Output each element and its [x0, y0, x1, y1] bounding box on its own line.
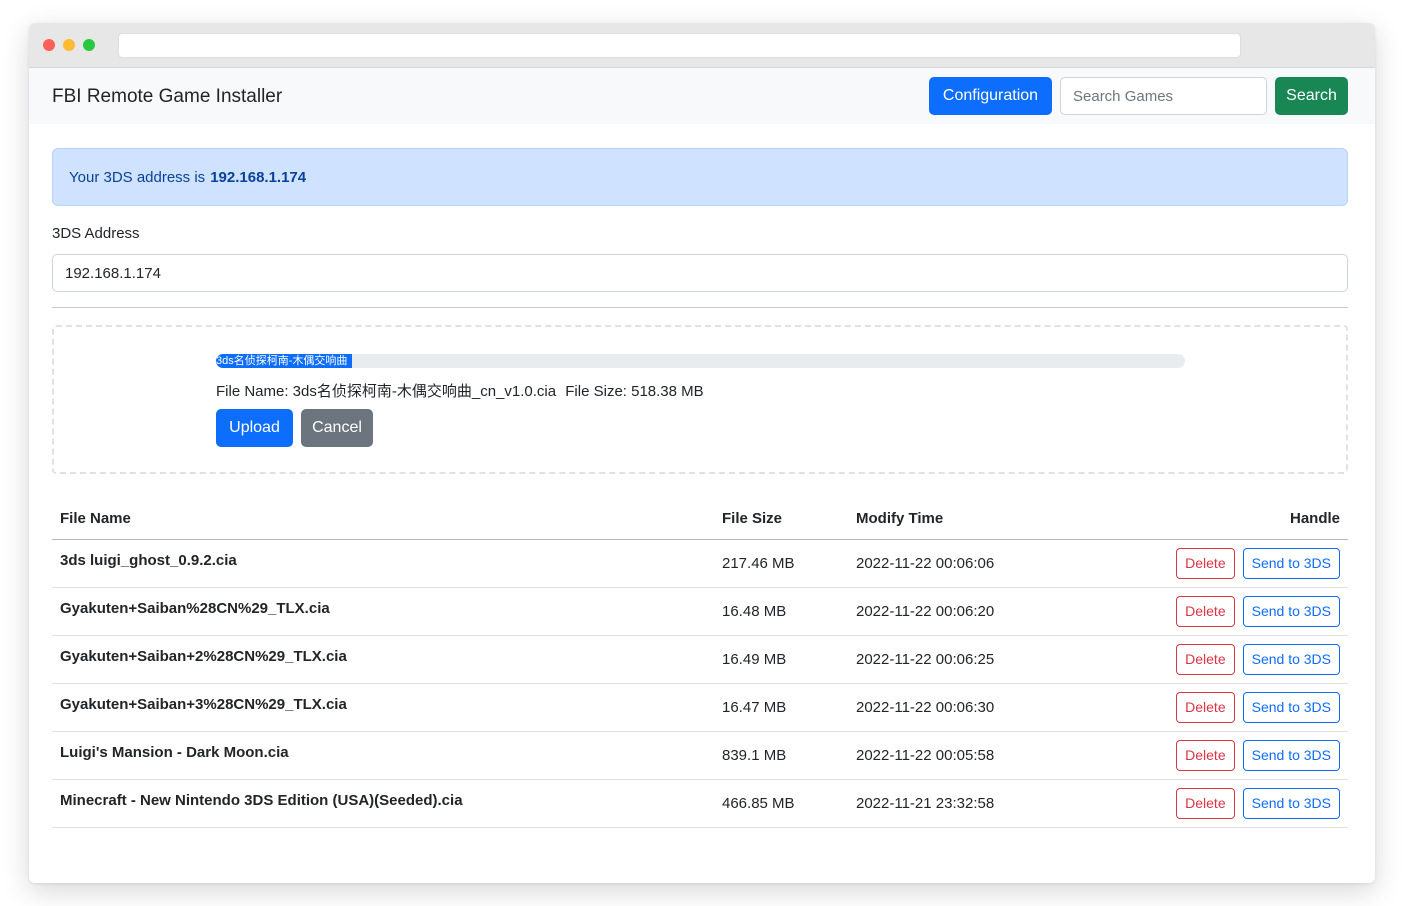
modify-time-cell: 2022-11-22 00:06:06	[848, 539, 1108, 588]
upload-file-size: File Size: 518.38 MB	[565, 383, 704, 400]
upload-file-name: File Name: 3ds名侦探柯南-木偶交响曲_cn_v1.0.cia	[216, 383, 557, 400]
send-to-3ds-button[interactable]: Send to 3DS	[1242, 787, 1340, 819]
table-row: Luigi's Mansion - Dark Moon.cia 839.1 MB 2…	[52, 731, 1348, 780]
modify-time-cell: 2022-11-21 23:32:58	[848, 779, 1108, 828]
file-size-cell: 217.46 MB	[714, 539, 848, 588]
cancel-button[interactable]: Cancel	[301, 409, 373, 447]
close-window-icon[interactable]	[43, 39, 55, 51]
file-name-cell: Gyakuten+Saiban+2%28CN%29_TLX.cia	[52, 635, 714, 684]
send-to-3ds-button[interactable]: Send to 3DS	[1242, 547, 1340, 579]
file-size-cell: 466.85 MB	[714, 779, 848, 828]
address-bar[interactable]	[118, 33, 1241, 58]
configuration-button[interactable]: Configuration	[929, 77, 1052, 115]
handle-cell: Delete Send to 3DS	[1108, 779, 1348, 828]
handle-cell: Delete Send to 3DS	[1108, 683, 1348, 732]
handle-cell: Delete Send to 3DS	[1108, 635, 1348, 684]
delete-button[interactable]: Delete	[1176, 595, 1235, 627]
browser-window: FBI Remote Game Installer Configuration …	[29, 23, 1375, 883]
delete-button[interactable]: Delete	[1176, 643, 1235, 675]
handle-cell: Delete Send to 3DS	[1108, 587, 1348, 636]
table-row: Minecraft - New Nintendo 3DS Edition (US…	[52, 779, 1348, 828]
file-name-cell: Minecraft - New Nintendo 3DS Edition (US…	[52, 779, 714, 828]
delete-button[interactable]: Delete	[1176, 547, 1235, 579]
header-handle: Handle	[1108, 499, 1348, 540]
modify-time-cell: 2022-11-22 00:06:20	[848, 587, 1108, 636]
modify-time-cell: 2022-11-22 00:06:30	[848, 683, 1108, 732]
minimize-window-icon[interactable]	[63, 39, 75, 51]
maximize-window-icon[interactable]	[83, 39, 95, 51]
handle-cell: Delete Send to 3DS	[1108, 539, 1348, 588]
file-size-cell: 16.47 MB	[714, 683, 848, 732]
table-row: 3ds luigi_ghost_0.9.2.cia 217.46 MB 2022-1…	[52, 539, 1348, 588]
divider	[52, 307, 1348, 308]
send-to-3ds-button[interactable]: Send to 3DS	[1242, 595, 1340, 627]
upload-button[interactable]: Upload	[216, 409, 293, 447]
delete-button[interactable]: Delete	[1176, 787, 1235, 819]
modify-time-cell: 2022-11-22 00:05:58	[848, 731, 1108, 780]
file-name-cell: Luigi's Mansion - Dark Moon.cia	[52, 731, 714, 780]
alert-address: 192.168.1.174	[210, 168, 307, 186]
upload-file-info: File Name: 3ds名侦探柯南-木偶交响曲_cn_v1.0.cia Fi…	[216, 380, 704, 401]
table-row: Gyakuten+Saiban%28CN%29_TLX.cia 16.48 MB 2…	[52, 587, 1348, 636]
file-name-cell: 3ds luigi_ghost_0.9.2.cia	[52, 539, 714, 588]
header-file-size: File Size	[714, 499, 848, 540]
file-name-cell: Gyakuten+Saiban+3%28CN%29_TLX.cia	[52, 683, 714, 732]
address-alert: Your 3DS address is 192.168.1.174	[52, 148, 1348, 206]
table-header-row: File Name File Size Modify Time Handle	[52, 499, 1348, 540]
files-table: File Name File Size Modify Time Handle 3…	[52, 499, 1348, 828]
send-to-3ds-button[interactable]: Send to 3DS	[1242, 691, 1340, 723]
file-size-cell: 839.1 MB	[714, 731, 848, 780]
search-button[interactable]: Search	[1275, 77, 1348, 115]
file-size-cell: 16.48 MB	[714, 587, 848, 636]
file-name-cell: Gyakuten+Saiban%28CN%29_TLX.cia	[52, 587, 714, 636]
search-games-input[interactable]	[1060, 77, 1267, 115]
header-file-name: File Name	[52, 499, 714, 540]
delete-button[interactable]: Delete	[1176, 691, 1235, 723]
table-row: Gyakuten+Saiban+3%28CN%29_TLX.cia 16.47 M…	[52, 683, 1348, 732]
app-brand[interactable]: FBI Remote Game Installer	[52, 86, 282, 108]
delete-button[interactable]: Delete	[1176, 739, 1235, 771]
header-modify-time: Modify Time	[848, 499, 1108, 540]
navbar: FBI Remote Game Installer Configuration …	[29, 68, 1375, 124]
upload-progress-bar: 3ds名侦探柯南-木偶交响曲	[216, 354, 352, 368]
handle-cell: Delete Send to 3DS	[1108, 731, 1348, 780]
browser-titlebar	[29, 23, 1375, 68]
send-to-3ds-button[interactable]: Send to 3DS	[1242, 739, 1340, 771]
address-label: 3DS Address	[52, 225, 140, 242]
modify-time-cell: 2022-11-22 00:06:25	[848, 635, 1108, 684]
upload-progress: 3ds名侦探柯南-木偶交响曲	[216, 354, 1185, 368]
send-to-3ds-button[interactable]: Send to 3DS	[1242, 643, 1340, 675]
address-input[interactable]	[52, 254, 1348, 292]
file-size-cell: 16.49 MB	[714, 635, 848, 684]
alert-prefix: Your 3DS address is	[69, 168, 206, 186]
table-row: Gyakuten+Saiban+2%28CN%29_TLX.cia 16.49 M…	[52, 635, 1348, 684]
